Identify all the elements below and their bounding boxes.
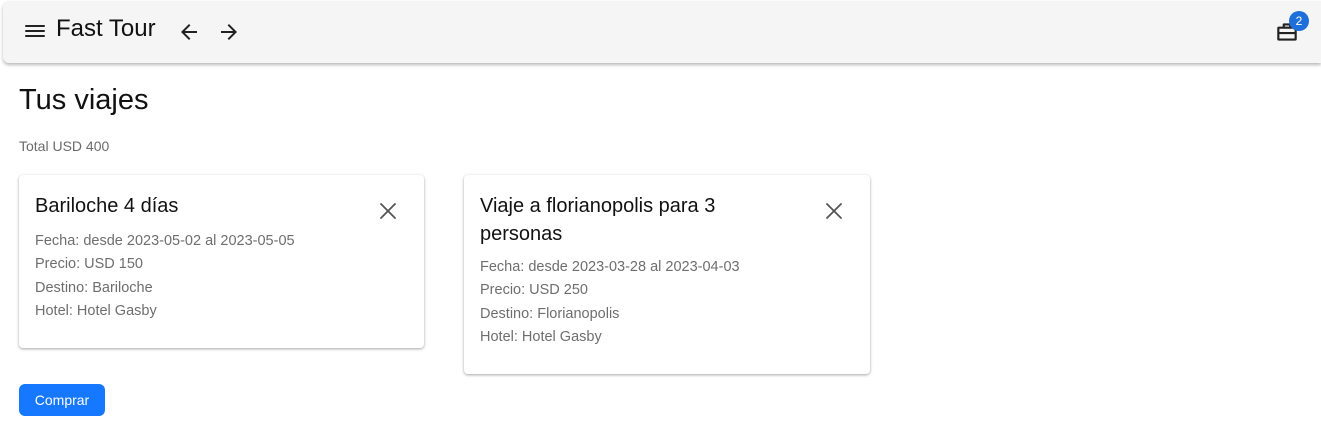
trip-card: Bariloche 4 días Fecha: desde 2023-05-02… (19, 175, 424, 348)
trip-title-line-1: Viaje a florianopolis para 3 (480, 195, 716, 217)
page-title: Tus viajes (19, 84, 149, 116)
close-icon[interactable] (824, 201, 844, 221)
arrow-right-icon[interactable] (217, 20, 241, 44)
trip-destination: Destino: Florianopolis (480, 306, 620, 322)
trip-title: Bariloche 4 días (35, 195, 179, 217)
trip-title-line-2: personas (480, 223, 563, 245)
close-icon[interactable] (378, 201, 398, 221)
buy-button[interactable]: Comprar (19, 384, 105, 416)
cart-count-badge: 2 (1289, 11, 1309, 31)
trip-card: Viaje a florianopolis para 3 personas Fe… (464, 175, 870, 374)
trip-price: Precio: USD 150 (35, 256, 143, 272)
total-amount: Total USD 400 (19, 138, 110, 154)
trip-date: Fecha: desde 2023-03-28 al 2023-04-03 (480, 259, 740, 275)
trip-hotel: Hotel: Hotel Gasby (35, 303, 157, 319)
menu-icon[interactable] (25, 23, 45, 39)
arrow-left-icon[interactable] (177, 20, 201, 44)
trip-destination: Destino: Bariloche (35, 280, 153, 296)
app-bar: Fast Tour 2 (3, 1, 1321, 63)
trip-price: Precio: USD 250 (480, 282, 588, 298)
app-title: Fast Tour (56, 15, 156, 42)
trip-date: Fecha: desde 2023-05-02 al 2023-05-05 (35, 233, 295, 249)
trip-hotel: Hotel: Hotel Gasby (480, 329, 602, 345)
